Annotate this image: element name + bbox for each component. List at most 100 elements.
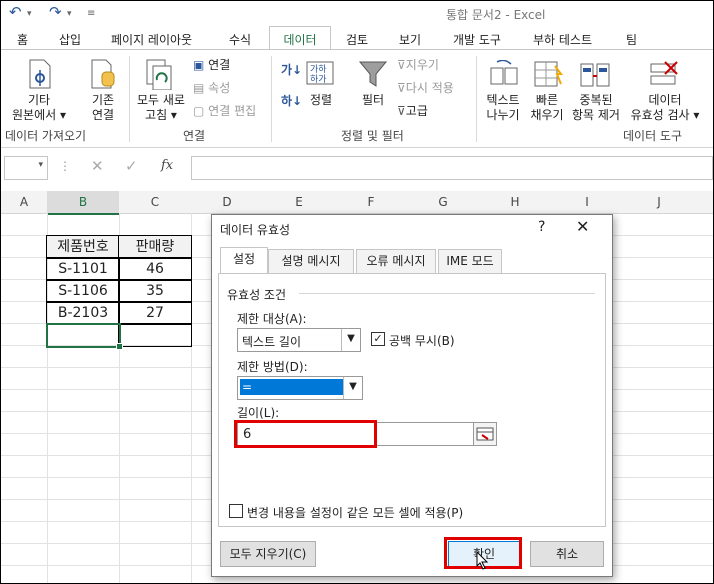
- data-validation-button[interactable]: 데이터 유효성 검사 ▾: [623, 93, 707, 123]
- active-cell-selection[interactable]: [46, 323, 121, 348]
- undo-dropdown-icon[interactable]: ▾: [27, 9, 32, 19]
- properties-button[interactable]: ▤ 속성: [193, 81, 230, 95]
- formula-options-icon: ⋮: [59, 159, 71, 173]
- window-title: 통합 문서2 - Excel: [446, 8, 546, 22]
- apply-all-checkbox[interactable]: [229, 504, 243, 518]
- table-cell[interactable]: 46: [118, 257, 192, 281]
- data-operator-select[interactable]: = ▼: [237, 376, 363, 400]
- table-cell[interactable]: B-2103: [46, 301, 120, 325]
- column-header-f[interactable]: F: [335, 191, 407, 214]
- get-external-data-button[interactable]: 기타 원본에서 ▾: [9, 93, 69, 123]
- sort-descending-icon[interactable]: 하↓: [281, 94, 302, 108]
- remove-duplicates-button[interactable]: 중복된 항목 제거: [569, 93, 623, 123]
- tab-developer[interactable]: 개발 도구: [453, 31, 501, 48]
- tab-formulas[interactable]: 수식: [229, 31, 251, 48]
- allow-select[interactable]: 텍스트 길이 ▼: [237, 328, 361, 352]
- svg-text:하가: 하가: [310, 74, 327, 85]
- apply-all-label: 변경 내용을 설정이 같은 모든 셀에 적용(P): [247, 506, 464, 520]
- tab-page-layout[interactable]: 페이지 레이아웃: [111, 31, 192, 48]
- advanced-button[interactable]: ⊽고급: [397, 104, 428, 118]
- reapply-button[interactable]: ⊽다시 적용: [397, 81, 454, 95]
- flash-fill-icon: [534, 61, 563, 87]
- flash-fill-button[interactable]: 빠른 채우기: [527, 93, 567, 123]
- highlight-box-length: [234, 420, 377, 448]
- range-picker-button[interactable]: [473, 422, 497, 446]
- tab-ime-mode[interactable]: IME 모드: [438, 249, 502, 274]
- sort-button[interactable]: 정렬: [305, 93, 337, 108]
- data-operator-label: 제한 방법(D):: [237, 360, 308, 374]
- redo-icon[interactable]: ↷: [49, 3, 62, 21]
- column-header-b[interactable]: B: [47, 191, 119, 215]
- table-cell[interactable]: S-1101: [46, 257, 120, 281]
- table-header-product-no[interactable]: 제품번호: [46, 235, 120, 259]
- clear-all-button[interactable]: 모두 지우기(C): [220, 541, 316, 567]
- tab-data[interactable]: 데이터: [269, 26, 331, 51]
- fill-handle[interactable]: [116, 343, 123, 350]
- edit-links-button[interactable]: ▢ 연결 편집: [193, 104, 256, 118]
- title-bar: [1, 1, 713, 25]
- chevron-down-icon[interactable]: ▼: [343, 377, 362, 399]
- refresh-all-icon: [146, 59, 172, 90]
- refresh-all-button[interactable]: 모두 새로 고침 ▾: [131, 93, 191, 123]
- ignore-blank-checkbox[interactable]: ✓: [371, 332, 385, 346]
- column-header-a[interactable]: A: [1, 191, 47, 214]
- ribbon-separator: [271, 56, 272, 142]
- customize-qat-icon[interactable]: ≡: [87, 8, 95, 19]
- text-to-columns-button[interactable]: 텍스트 나누기: [481, 93, 525, 123]
- help-icon[interactable]: ?: [538, 219, 545, 235]
- tab-settings[interactable]: 설정: [220, 247, 268, 275]
- existing-connections-button[interactable]: 기존 연결: [81, 93, 125, 123]
- tab-view[interactable]: 보기: [399, 31, 421, 48]
- sort-ascending-icon[interactable]: 가↓: [281, 63, 302, 77]
- column-header-e[interactable]: E: [263, 191, 335, 214]
- table-cell[interactable]: 27: [118, 301, 192, 325]
- tab-load-test[interactable]: 부하 테스트: [533, 31, 592, 48]
- column-header-h[interactable]: H: [479, 191, 551, 214]
- group-label-data-tools: 데이터 도구: [623, 129, 683, 143]
- tab-team[interactable]: 팀: [626, 31, 637, 48]
- close-icon[interactable]: ✕: [576, 217, 589, 236]
- remove-duplicates-icon: [580, 63, 610, 87]
- table-header-sales[interactable]: 판매량: [118, 235, 192, 259]
- chevron-down-icon[interactable]: ▼: [341, 329, 360, 351]
- tab-review[interactable]: 검토: [346, 31, 368, 48]
- settings-panel: 유효성 조건 제한 대상(A): 텍스트 길이 ▼ ✓ 공백 무시(B) 제한 …: [218, 273, 606, 527]
- undo-icon[interactable]: ↶: [9, 3, 22, 21]
- advanced-filter-icon: ⊽: [397, 104, 406, 118]
- group-label-sort-filter: 정렬 및 필터: [341, 129, 404, 143]
- cancel-button[interactable]: 취소: [530, 541, 604, 567]
- column-header-d[interactable]: D: [191, 191, 263, 214]
- data-validation-icon: [650, 61, 678, 85]
- group-label-get-data: 데이터 가져오기: [5, 129, 87, 143]
- clear-button[interactable]: ⊽지우기: [397, 58, 439, 72]
- name-box[interactable]: ▾: [4, 156, 48, 180]
- edit-links-icon: ▢: [193, 104, 205, 118]
- group-label-connections: 연결: [183, 129, 206, 143]
- tab-error-alert[interactable]: 오류 메시지: [356, 249, 436, 274]
- tab-input-message[interactable]: 설명 메시지: [268, 249, 354, 274]
- data-validation-dialog: 데이터 유효성 ? ✕ 설정 설명 메시지 오류 메시지 IME 모드 유효성 …: [211, 214, 613, 577]
- table-cell[interactable]: [118, 323, 192, 347]
- column-header-c[interactable]: C: [119, 191, 191, 214]
- formula-input[interactable]: [191, 156, 713, 180]
- column-header-i[interactable]: I: [551, 191, 623, 214]
- column-header-g[interactable]: G: [407, 191, 479, 214]
- table-cell[interactable]: 35: [118, 279, 192, 303]
- filter-icon: [358, 61, 388, 87]
- dialog-title: 데이터 유효성: [220, 223, 291, 237]
- connections-button[interactable]: ▣ 연결: [193, 58, 230, 72]
- tab-insert[interactable]: 삽입: [59, 31, 81, 48]
- table-cell[interactable]: S-1106: [46, 279, 120, 303]
- clear-filter-icon: ⊽: [397, 58, 406, 72]
- filter-button[interactable]: 필터: [357, 93, 389, 108]
- confirm-entry-icon[interactable]: ✓: [125, 157, 138, 175]
- name-box-dropdown-icon[interactable]: ▾: [38, 160, 43, 170]
- column-header-j[interactable]: J: [623, 191, 695, 214]
- tab-home[interactable]: 홈: [17, 31, 28, 48]
- cancel-entry-icon[interactable]: ✕: [91, 157, 104, 175]
- ribbon-separator: [129, 56, 130, 142]
- insert-function-icon[interactable]: fx: [161, 158, 173, 173]
- redo-dropdown-icon[interactable]: ▾: [67, 9, 72, 19]
- criteria-section-label: 유효성 조건: [227, 288, 287, 302]
- range-picker-icon: [476, 427, 494, 441]
